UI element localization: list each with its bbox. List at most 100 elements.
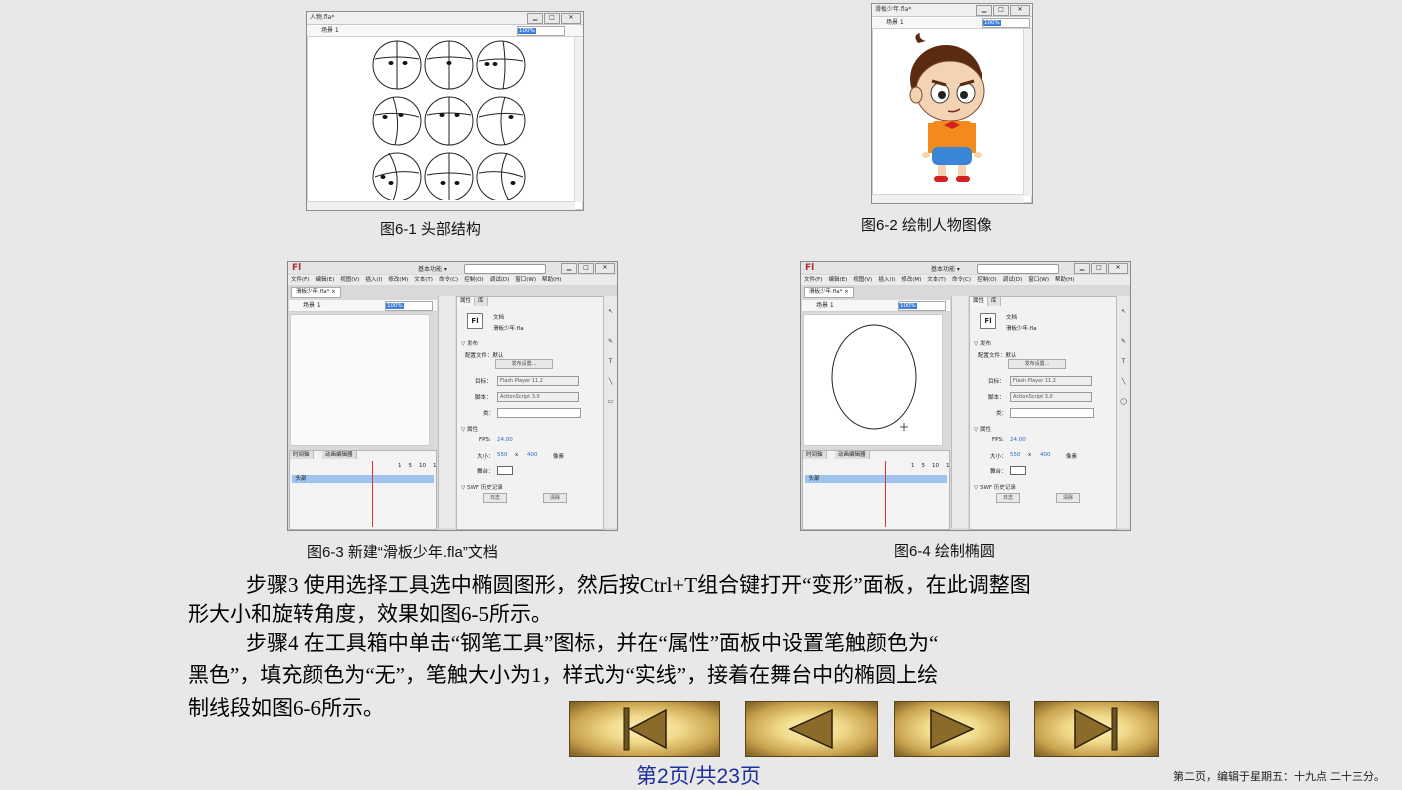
next-page-icon (930, 708, 975, 750)
fig2-window-title: 滑板少年.fla* (875, 6, 912, 13)
pen-tool-icon: ✎ (1120, 338, 1127, 345)
close-icon: ✕ (1010, 5, 1030, 16)
fig4-panel-icons (951, 296, 968, 528)
ellipse-drawing (831, 324, 917, 431)
close-icon: ✕ (561, 13, 581, 24)
target-dropdown: Flash Player 11.2 (497, 376, 579, 386)
zoom-field: 100% (898, 301, 946, 311)
last-page-icon (1074, 707, 1118, 751)
next-page-button[interactable] (894, 701, 1010, 757)
fig2-caption: 图6-2 绘制人物图像 (861, 217, 992, 234)
fig4-scenebar: 场景 1 100% (802, 300, 950, 312)
stage-height: 400 (527, 452, 538, 458)
minimize-icon: ▁ (976, 5, 992, 16)
target-dropdown: Flash Player 11.2 (1010, 376, 1092, 386)
menu-debug: 调试(D) (489, 277, 510, 283)
fig3-properties-panel: 属性 库 Fl 文档 滑板少年.fla ▽ 发布 配置文件：默认 发布设置...… (456, 296, 604, 530)
stage-color-swatch (497, 466, 513, 475)
fig3-stage (290, 314, 430, 446)
close-icon: ✕ (595, 263, 615, 274)
publish-section: ▽ 发布 (974, 341, 991, 347)
stage-width: 550 (1010, 452, 1021, 458)
fig4-timeline: 时间轴 动画编辑器 1 5 10 1 头部 (802, 450, 950, 530)
body-step4-line1: 步骤4 在工具箱中单击“钢笔工具”图标，并在“属性”面板中设置笔触颜色为“ (246, 631, 939, 655)
tab-library: 库 (475, 297, 488, 306)
size-unit: 像素 (553, 454, 565, 460)
workspace-switcher: 基本功能 ▾ (931, 266, 960, 273)
menu-view: 视图(V) (340, 277, 360, 283)
menu-insert: 插入(I) (365, 277, 383, 283)
class-label: 类： (996, 411, 1008, 417)
publish-section: ▽ 发布 (461, 341, 478, 347)
clear-button: 清除 (543, 493, 567, 503)
line-tool-icon: ╲ (608, 378, 613, 385)
menu-help: 帮助(H) (541, 277, 562, 283)
fig3-menubar: 文件(F) 编辑(E) 视图(V) 插入(I) 修改(M) 文本(T) 命令(C) 控制(O)… (288, 275, 617, 285)
body-step4-line2: 黑色”，填充颜色为“无”，笔触大小为1，样式为“实线”，接着在舞台中的椭圆上绘 (188, 663, 939, 687)
stage-color-label: 舞台： (990, 469, 1007, 475)
script-label: 脚本： (475, 395, 492, 401)
scene-label: 场景 1 (816, 302, 834, 309)
stage-width: 550 (497, 452, 508, 458)
text-tool-icon: T (608, 358, 613, 365)
menu-text: 文本(T) (927, 277, 946, 283)
fps-value: 24.00 (1010, 437, 1026, 443)
fig1-window: 人物.fla* ▁ □ ✕ 场景 1 100% (306, 11, 584, 211)
fig4-stage (803, 314, 943, 446)
fig3-timeline: 时间轴 动画编辑器 1 5 10 1 头部 (289, 450, 437, 530)
last-page-button[interactable] (1034, 701, 1159, 757)
first-page-button[interactable] (569, 701, 720, 757)
menu-insert: 插入(I) (878, 277, 896, 283)
close-icon: ✕ (1108, 263, 1128, 274)
head-structure-drawing (372, 40, 526, 202)
fig1-scenebar: 场景 1 100% (307, 25, 583, 37)
previous-page-button[interactable] (745, 701, 878, 757)
fps-label: FPS: (992, 437, 1004, 443)
line-tool-icon: ╲ (1121, 378, 1126, 385)
class-input (497, 408, 581, 418)
tab-timeline: 时间轴 (803, 451, 827, 459)
pen-tool-icon: ✎ (607, 338, 614, 345)
doc-tab: 滑板少年.fla* × (291, 287, 341, 298)
fig4-toolbox: ↖ ✎ T ╲ ◯ (1116, 296, 1130, 528)
minimize-icon: ▁ (561, 263, 577, 274)
script-dropdown: ActionScript 3.0 (1010, 392, 1092, 402)
publish-settings-button: 发布设置... (495, 359, 553, 369)
size-separator: x (1028, 452, 1032, 458)
page-counter: 第2页/共23页 (636, 765, 761, 788)
menu-commands: 命令(C) (951, 277, 972, 283)
properties-section: ▽ 属性 (974, 427, 991, 433)
doc-filename: 滑板少年.fla (1006, 326, 1037, 332)
menu-text: 文本(T) (414, 277, 433, 283)
menu-window: 窗口(W) (1028, 277, 1049, 283)
fig2-scenebar: 场景 1 100% (872, 17, 1032, 29)
fig3-caption: 图6-3 新建“滑板少年.fla”文档 (307, 544, 498, 561)
flash-logo: Fl (292, 263, 302, 273)
doc-label: 文档 (493, 315, 505, 321)
fig1-zoom: 100% (517, 26, 565, 36)
clear-button: 清除 (1056, 493, 1080, 503)
minimize-icon: ▁ (527, 13, 543, 24)
menu-control: 控制(O) (464, 277, 484, 283)
fig3-toolbox: ↖ ✎ T ╲ ▭ (603, 296, 617, 528)
oval-tool-icon: ◯ (1120, 398, 1127, 405)
fps-label: FPS: (479, 437, 491, 443)
previous-page-icon (788, 708, 833, 750)
rectangle-tool-icon: ▭ (607, 398, 614, 405)
swf-history-section: ▽ SWF 历史记录 (461, 485, 503, 491)
doc-filename: 滑板少年.fla (493, 326, 524, 332)
class-label: 类： (483, 411, 495, 417)
fig3-flash-window: Fl 基本功能 ▾ ▁ □ ✕ 文件(F) 编辑(E) 视图(V) 插入(I) 修改(M) 文… (287, 261, 618, 531)
fig1-scene-label: 场景 1 (321, 27, 339, 34)
menu-control: 控制(O) (977, 277, 997, 283)
menu-edit: 编辑(E) (315, 277, 335, 283)
stage-height: 400 (1040, 452, 1051, 458)
selection-tool-icon: ↖ (1120, 308, 1127, 315)
tab-timeline: 时间轴 (290, 451, 314, 459)
size-label: 大小： (477, 454, 494, 460)
menu-file: 文件(F) (291, 277, 310, 283)
log-button: 日志 (996, 493, 1020, 503)
fig4-menubar: 文件(F) 编辑(E) 视图(V) 插入(I) 修改(M) 文本(T) 命令(C) 控制(O)… (801, 275, 1130, 285)
size-unit: 像素 (1066, 454, 1078, 460)
fig1-stage (309, 37, 573, 202)
